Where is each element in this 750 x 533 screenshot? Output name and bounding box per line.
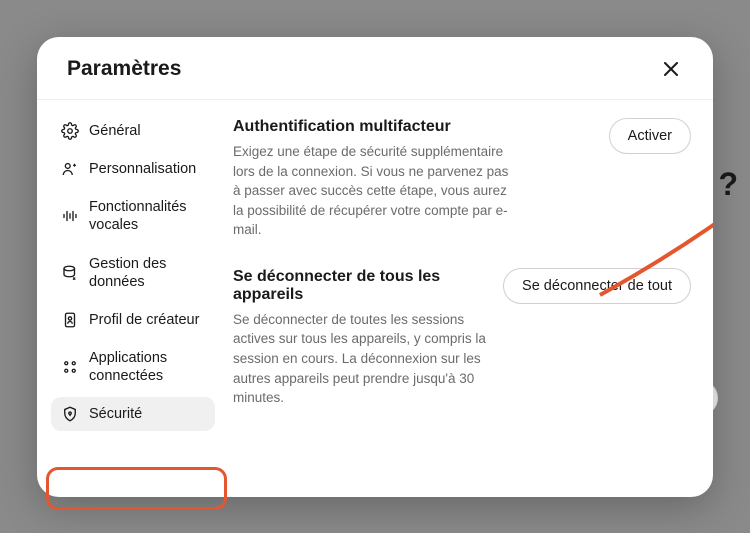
sidebar-item-label: Gestion des données	[89, 255, 205, 291]
app-backdrop: ? Paramètres Général	[0, 0, 750, 533]
logout-description: Se déconnecter de toutes les sessions ac…	[233, 310, 489, 408]
logout-all-section: Se déconnecter de tous les appareils Se …	[233, 268, 691, 408]
mfa-section: Authentification multifacteur Exigez une…	[233, 118, 691, 240]
sidebar-item-personalization[interactable]: Personnalisation	[51, 152, 215, 186]
sidebar-item-label: Fonctionnalités vocales	[89, 198, 205, 234]
sidebar-item-label: Profil de créateur	[89, 311, 199, 329]
sidebar-item-creator[interactable]: Profil de créateur	[51, 303, 215, 337]
person-sparkle-icon	[61, 160, 79, 178]
mfa-enable-button[interactable]: Activer	[609, 118, 691, 154]
sidebar-item-label: Personnalisation	[89, 160, 196, 178]
logout-title: Se déconnecter de tous les appareils	[233, 268, 489, 304]
sidebar-item-label: Général	[89, 122, 141, 140]
logout-text: Se déconnecter de tous les appareils Se …	[233, 268, 489, 408]
grid-icon	[61, 358, 79, 376]
badge-icon	[61, 311, 79, 329]
logout-all-button[interactable]: Se déconnecter de tout	[503, 268, 691, 304]
modal-title: Paramètres	[67, 57, 181, 81]
sidebar-item-apps[interactable]: Applications connectées	[51, 341, 215, 393]
mfa-description: Exigez une étape de sécurité supplémenta…	[233, 142, 513, 240]
settings-modal: Paramètres Général P	[37, 37, 713, 497]
settings-sidebar: Général Personnalisation Fonctionnalités…	[37, 100, 225, 497]
sidebar-item-general[interactable]: Général	[51, 114, 215, 148]
settings-content: Authentification multifacteur Exigez une…	[225, 100, 713, 497]
modal-body: Général Personnalisation Fonctionnalités…	[37, 100, 713, 497]
mfa-title: Authentification multifacteur	[233, 118, 595, 136]
sidebar-item-label: Sécurité	[89, 405, 142, 423]
shield-lock-icon	[61, 405, 79, 423]
close-button[interactable]	[659, 57, 683, 81]
background-help-glyph: ?	[718, 166, 738, 203]
sidebar-item-voice[interactable]: Fonctionnalités vocales	[51, 190, 215, 242]
modal-header: Paramètres	[37, 37, 713, 100]
close-icon	[664, 62, 678, 76]
sidebar-item-security[interactable]: Sécurité	[51, 397, 215, 431]
database-icon	[61, 264, 79, 282]
gear-icon	[61, 122, 79, 140]
sidebar-item-data[interactable]: Gestion des données	[51, 247, 215, 299]
soundwave-icon	[61, 207, 79, 225]
mfa-text: Authentification multifacteur Exigez une…	[233, 118, 595, 240]
sidebar-item-label: Applications connectées	[89, 349, 205, 385]
